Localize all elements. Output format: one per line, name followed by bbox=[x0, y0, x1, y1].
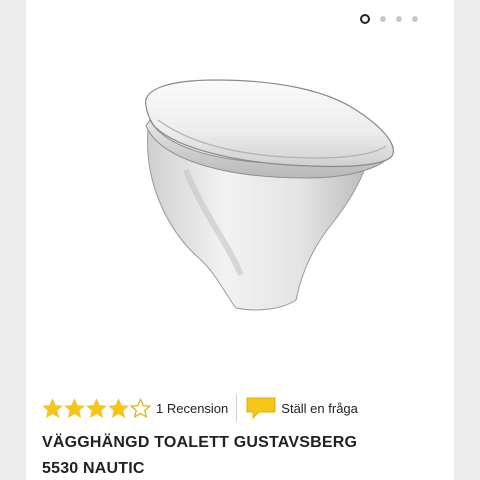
star-filled-icon bbox=[64, 397, 85, 418]
page-background-left bbox=[0, 0, 26, 480]
star-filled-icon bbox=[108, 397, 129, 418]
star-filled-icon bbox=[86, 397, 107, 418]
star-filled-icon bbox=[42, 397, 63, 418]
carousel-dot-3[interactable] bbox=[396, 16, 402, 22]
page-background-right bbox=[454, 0, 480, 480]
carousel-dot-2[interactable] bbox=[380, 16, 386, 22]
rating-divider bbox=[236, 394, 238, 422]
product-card: 1 Recension Ställ en fråga VÄGGHÄNGD TOA… bbox=[26, 0, 454, 480]
chat-bubble-icon bbox=[246, 397, 276, 420]
ask-question-label: Ställ en fråga bbox=[281, 400, 358, 416]
rating-stars[interactable] bbox=[42, 397, 151, 419]
product-title-line-1: VÄGGHÄNGD TOALETT GUSTAVSBERG bbox=[42, 434, 358, 451]
rating-row: 1 Recension Ställ en fråga bbox=[42, 394, 358, 422]
review-count-link[interactable]: 1 Recension bbox=[156, 401, 228, 416]
product-image-toilet[interactable] bbox=[106, 60, 406, 330]
product-title-line-2: 5530 NAUTIC bbox=[42, 460, 145, 477]
carousel-dot-1[interactable] bbox=[360, 14, 370, 24]
carousel-indicator bbox=[360, 14, 418, 24]
star-empty-icon bbox=[130, 397, 151, 418]
carousel-dot-4[interactable] bbox=[412, 16, 418, 22]
ask-question-button[interactable]: Ställ en fråga bbox=[245, 396, 358, 420]
product-title: VÄGGHÄNGD TOALETT GUSTAVSBERG 5530 NAUTI… bbox=[42, 430, 442, 480]
